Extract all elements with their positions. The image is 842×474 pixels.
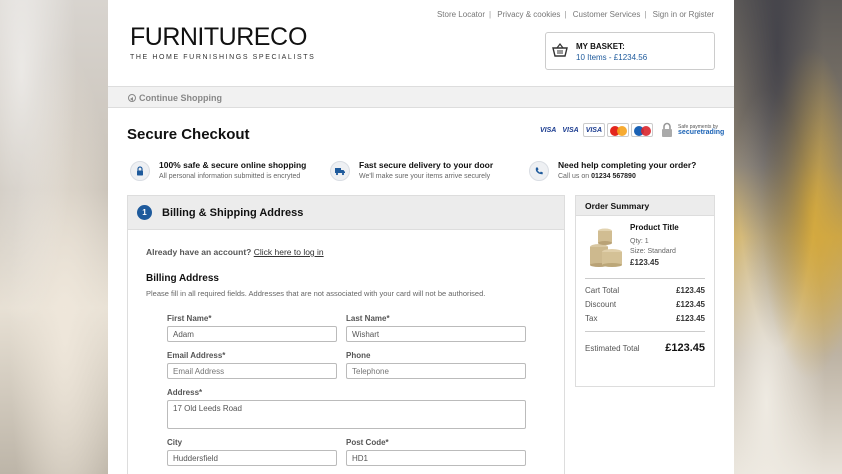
logo-text: FURNITURE (130, 23, 270, 51)
background-right (734, 0, 842, 474)
logo-tagline: THE HOME FURNISHINGS SPECIALISTS (130, 54, 316, 61)
post-code-label: Post Code* (346, 438, 389, 447)
help-phone-number[interactable]: 01234 567890 (591, 173, 636, 180)
payment-logos: VISA VISA VISA Safe payments by securetr… (538, 122, 724, 138)
first-name-label: First Name* (167, 314, 212, 323)
post-code-input[interactable] (346, 450, 526, 466)
billing-address-heading: Billing Address (146, 273, 219, 284)
lock-icon (137, 166, 143, 176)
page-title: Secure Checkout (127, 126, 250, 143)
customer-services-link[interactable]: Customer Services (573, 10, 641, 19)
billing-address-note: Please fill in all required fields. Addr… (146, 289, 486, 298)
address-label: Address* (167, 388, 203, 397)
visa-debit-logo: VISA (562, 126, 579, 134)
order-summary-title: Order Summary (576, 196, 714, 216)
secure-trading-badge: Safe payments by securetrading (678, 124, 725, 136)
billing-panel-header[interactable]: 1 Billing & Shipping Address (128, 196, 564, 230)
feature-title: Need help completing your order? (558, 160, 697, 170)
top-links: Store Locator | Privacy & cookies | Custom… (436, 10, 714, 19)
order-summary: Order Summary Product Title Qty: 1 Size:… (575, 195, 715, 387)
feature-subtitle: Call us on 01234 567890 (558, 173, 636, 180)
feature-secure: 100% safe & secure online shopping All p… (130, 159, 306, 181)
cart-total-row: Cart Total £123.45 (585, 286, 705, 295)
store-locator-link[interactable]: Store Locator (437, 10, 485, 19)
padlock-icon (662, 122, 673, 137)
first-name-input[interactable] (167, 326, 337, 342)
email-input[interactable] (167, 363, 337, 379)
city-input[interactable] (167, 450, 337, 466)
email-label: Email Address* (167, 351, 226, 360)
login-prompt: Already have an account? Click here to l… (146, 247, 324, 257)
billing-panel: 1 Billing & Shipping Address Already hav… (127, 195, 565, 474)
visa-logo: VISA (540, 126, 557, 134)
divider (585, 278, 705, 279)
feature-subtitle: We'll make sure your items arrive secure… (359, 173, 491, 180)
last-name-label: Last Name* (346, 314, 390, 323)
address-input[interactable]: 17 Old Leeds Road (167, 400, 526, 429)
feature-help: Need help completing your order? Call us… (529, 159, 696, 181)
feature-delivery: Fast secure delivery to your door We'll … (330, 159, 493, 181)
city-label: City (167, 438, 183, 447)
product-size: Size: Standard (630, 248, 676, 255)
continue-shopping-label: Continue Shopping (139, 93, 222, 103)
privacy-link[interactable]: Privacy & cookies (497, 10, 560, 19)
basket-widget[interactable]: MY BASKET: 10 Items - £1234.56 (545, 32, 715, 70)
back-arrow-icon (128, 94, 136, 102)
background-left (0, 0, 108, 474)
login-link[interactable]: Click here to log in (254, 247, 324, 257)
phone-input[interactable] (346, 363, 526, 379)
logo-text-co: CO (269, 23, 308, 51)
feature-subtitle: All personal information submitted is en… (159, 173, 301, 180)
basket-icon (552, 43, 568, 57)
truck-icon (335, 168, 345, 176)
product-qty: Qty: 1 (630, 238, 649, 245)
estimated-total-row: Estimated Total £123.45 (585, 342, 705, 354)
maestro-logo (631, 123, 654, 137)
billing-panel-title: Billing & Shipping Address (162, 206, 304, 219)
logo[interactable]: FURNITURECO THE HOME FURNISHINGS SPECIAL… (130, 23, 315, 61)
continue-shopping-link[interactable]: Continue Shopping (128, 93, 222, 103)
continue-bar: Continue Shopping (108, 86, 734, 108)
sign-in-link[interactable]: Sign in or Rgister (653, 10, 714, 19)
divider (585, 331, 705, 332)
checkout-page: FURNITURECO THE HOME FURNISHINGS SPECIAL… (108, 0, 734, 474)
product-price: £123.45 (630, 258, 659, 267)
mastercard-logo (607, 123, 630, 137)
product-image[interactable] (585, 225, 627, 267)
phone-label: Phone (346, 351, 371, 360)
phone-icon (535, 167, 543, 175)
estimated-total-value: £123.45 (665, 342, 705, 354)
basket-items-link[interactable]: 10 Items - £1234.56 (576, 53, 647, 62)
feature-title: 100% safe & secure online shopping (159, 160, 307, 170)
step-number-badge: 1 (137, 205, 152, 220)
feature-title: Fast secure delivery to your door (359, 160, 494, 170)
discount-row: Discount £123.45 (585, 300, 705, 309)
tax-row: Tax £123.45 (585, 314, 705, 323)
last-name-input[interactable] (346, 326, 526, 342)
product-title[interactable]: Product Title (630, 223, 679, 232)
visa-electron-logo: VISA (582, 123, 606, 137)
basket-title: MY BASKET: (576, 42, 625, 51)
